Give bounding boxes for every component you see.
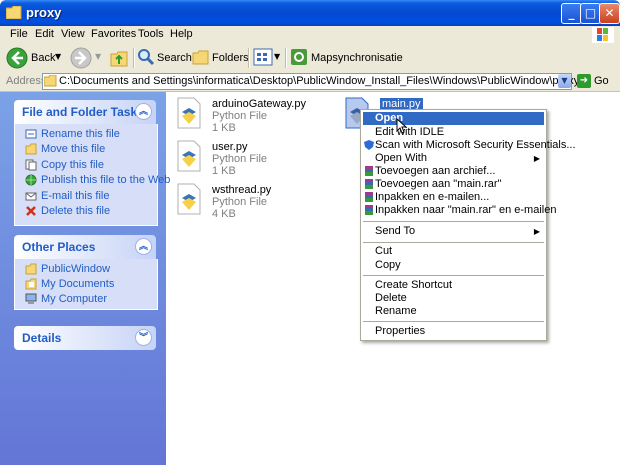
folder-icon xyxy=(44,75,57,87)
go-button[interactable]: Go xyxy=(594,75,609,87)
title-bar[interactable]: proxy _ □ ✕ xyxy=(0,0,620,26)
maximize-button[interactable]: □ xyxy=(580,3,601,24)
menu-item-copy[interactable]: Copy xyxy=(363,259,544,272)
my-documents-icon xyxy=(25,278,37,290)
menu-item-compress-email[interactable]: Inpakken en e-mailen... xyxy=(363,191,544,204)
back-button[interactable]: Back xyxy=(31,52,55,64)
file-item[interactable]: wsthread.py Python File 4 KB xyxy=(172,182,332,222)
menu-item-open-with[interactable]: Open With ▶ xyxy=(363,152,544,165)
menu-view[interactable]: View xyxy=(61,28,85,40)
address-bar: Address C:\Documents and Settings\inform… xyxy=(0,72,620,92)
window-title: proxy xyxy=(26,5,62,20)
other-places-title: Other Places xyxy=(22,240,96,254)
menu-item-rename[interactable]: Rename xyxy=(363,305,544,318)
collapse-chevron-icon[interactable]: ︽ xyxy=(135,238,152,255)
go-arrow-icon[interactable]: ➜ xyxy=(577,74,591,88)
rename-icon xyxy=(25,129,37,139)
winrar-icon xyxy=(365,179,373,189)
menu-bar: File Edit View Favorites Tools Help xyxy=(0,26,620,45)
windows-logo-icon xyxy=(592,27,614,43)
address-label: Address xyxy=(6,75,47,87)
copy-icon xyxy=(25,159,37,171)
folder-icon xyxy=(25,263,37,275)
back-arrow-icon[interactable] xyxy=(6,47,28,69)
winrar-icon xyxy=(365,205,373,215)
collapse-chevron-icon[interactable]: ︽ xyxy=(135,103,152,120)
up-folder-icon[interactable] xyxy=(109,48,129,68)
address-path[interactable]: C:\Documents and Settings\informatica\De… xyxy=(59,75,579,87)
email-icon xyxy=(25,192,37,201)
menu-item-add-main-rar[interactable]: Toevoegen aan "main.rar" xyxy=(363,178,544,191)
security-essentials-icon xyxy=(364,140,374,150)
address-dropdown-icon[interactable]: ▼ xyxy=(558,74,571,88)
file-item[interactable]: arduinoGateway.py Python File 1 KB xyxy=(172,96,332,136)
sync-button[interactable]: Mapsynchronisatie xyxy=(311,52,403,64)
search-button[interactable]: Search xyxy=(157,52,192,64)
sync-icon[interactable] xyxy=(290,48,308,66)
file-item[interactable]: user.py Python File 1 KB xyxy=(172,139,332,179)
computer-icon xyxy=(25,293,37,304)
delete-x-icon xyxy=(26,206,36,216)
search-icon[interactable] xyxy=(137,48,155,66)
python-file-icon xyxy=(177,140,201,172)
menu-item-delete[interactable]: Delete xyxy=(363,292,544,305)
task-pane: File and Folder Tasks ︽ Rename this file… xyxy=(0,92,170,465)
file-folder-tasks-header[interactable]: File and Folder Tasks ︽ xyxy=(14,100,156,124)
details-title: Details xyxy=(22,331,62,345)
move-icon xyxy=(25,143,37,155)
forward-dropdown-icon[interactable]: ▼ xyxy=(95,52,101,61)
menu-item-send-to[interactable]: Send To ▶ xyxy=(363,225,544,238)
forward-arrow-icon[interactable] xyxy=(70,47,92,69)
details-header[interactable]: Details ︾ xyxy=(14,326,156,350)
python-file-icon xyxy=(177,183,201,215)
globe-icon xyxy=(25,174,37,186)
menu-item-cut[interactable]: Cut xyxy=(363,245,544,258)
menu-item-scan[interactable]: Scan with Microsoft Security Essentials.… xyxy=(363,139,576,152)
folders-button[interactable]: Folders xyxy=(212,52,249,64)
menu-edit[interactable]: Edit xyxy=(35,28,54,40)
winrar-icon xyxy=(365,166,373,176)
menu-item-compress-main-email[interactable]: Inpakken naar "main.rar" en e-mailen xyxy=(363,204,556,217)
views-dropdown-icon[interactable]: ▼ xyxy=(274,52,280,61)
menu-item-open[interactable]: Open xyxy=(363,112,544,125)
minimize-button[interactable]: _ xyxy=(561,3,582,24)
submenu-arrow-icon: ▶ xyxy=(533,227,540,236)
folders-icon[interactable] xyxy=(192,48,210,66)
file-folder-tasks-title: File and Folder Tasks xyxy=(22,105,144,119)
menu-item-edit-idle[interactable]: Edit with IDLE xyxy=(363,126,544,139)
toolbar: Back ▼ ▼ Search Folders ▼ Mapsynchronisa… xyxy=(0,44,620,73)
menu-favorites[interactable]: Favorites xyxy=(91,28,136,40)
file-folder-tasks-panel: Rename this file Move this file Copy thi… xyxy=(14,124,170,226)
winrar-icon xyxy=(365,192,373,202)
menu-item-create-shortcut[interactable]: Create Shortcut xyxy=(363,279,544,292)
menu-item-properties[interactable]: Properties xyxy=(363,325,544,338)
folder-icon xyxy=(6,6,22,19)
menu-help[interactable]: Help xyxy=(170,28,193,40)
context-menu: Open Edit with IDLE Scan with Microsoft … xyxy=(360,109,576,341)
submenu-arrow-icon: ▶ xyxy=(533,154,540,163)
back-dropdown-icon[interactable]: ▼ xyxy=(55,52,61,61)
other-places-panel: PublicWindow My Documents My Computer xyxy=(14,259,158,310)
python-file-icon xyxy=(177,97,201,129)
cursor-icon xyxy=(396,118,408,134)
close-button[interactable]: ✕ xyxy=(599,3,620,24)
menu-item-add-archive[interactable]: Toevoegen aan archief... xyxy=(363,165,544,178)
menu-tools[interactable]: Tools xyxy=(138,28,164,40)
other-places-header[interactable]: Other Places ︽ xyxy=(14,235,156,259)
expand-chevron-icon[interactable]: ︾ xyxy=(135,329,152,346)
views-icon[interactable] xyxy=(253,48,273,66)
menu-file[interactable]: File xyxy=(10,28,28,40)
